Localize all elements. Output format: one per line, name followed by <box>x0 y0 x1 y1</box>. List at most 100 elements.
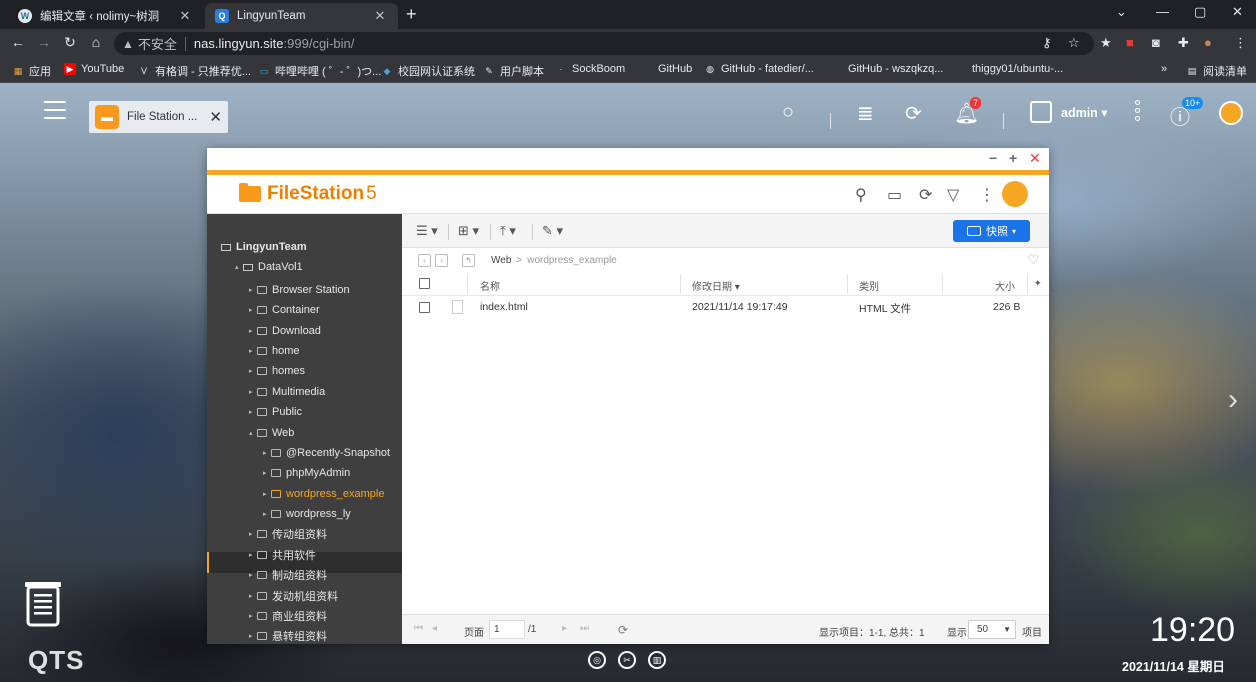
refresh-icon[interactable]: ⟳ <box>618 623 628 637</box>
background-tasks-icon[interactable]: ≣ <box>857 101 874 126</box>
tree-node-folder[interactable]: ▸ homes <box>249 361 305 381</box>
back-icon[interactable]: ‹ <box>418 253 431 267</box>
chevron-right-icon[interactable]: ▸ <box>263 490 271 498</box>
column-modified[interactable]: 修改日期 ▾ <box>692 278 740 293</box>
chevron-right-icon[interactable]: › <box>1228 383 1238 417</box>
row-checkbox[interactable] <box>419 302 430 313</box>
first-page-icon[interactable]: ⏮ <box>414 623 423 634</box>
bookmark-userscripts[interactable]: ✎ 用户脚本 <box>483 63 544 79</box>
column-name[interactable]: 名称 <box>480 278 500 293</box>
parent-folder-icon[interactable]: ↰ <box>462 253 475 267</box>
tree-node-folder[interactable]: ▸ Browser Station <box>249 280 350 300</box>
user-menu[interactable]: admin ▾ <box>1061 105 1108 120</box>
bookmark-bilibili[interactable]: ▭ 哔哩哔哩 ( ゜- ゜)つ... <box>258 63 382 79</box>
tools-button[interactable]: ✎ ▾ <box>542 223 563 239</box>
home-icon[interactable]: ⌂ <box>86 34 106 50</box>
bookmarks-more[interactable]: » <box>1161 63 1167 75</box>
heart-icon[interactable]: ♡ <box>1027 252 1039 268</box>
chevron-right-icon[interactable]: ▸ <box>249 530 257 538</box>
tree-node-folder[interactable]: ▸ 商业组资料 <box>249 606 327 626</box>
chevron-right-icon[interactable]: ▸ <box>249 306 257 314</box>
bookmark-thiggy01[interactable]: thiggy01/ubuntu-... <box>955 63 1063 75</box>
chevron-right-icon[interactable]: ▸ <box>249 551 257 559</box>
chevron-right-icon[interactable]: ▸ <box>249 347 257 355</box>
hamburger-icon[interactable] <box>44 101 66 123</box>
chevron-right-icon[interactable]: ▸ <box>249 408 257 416</box>
myqnapcloud-icon[interactable]: ◎ <box>588 651 606 669</box>
minimize-icon[interactable]: − <box>989 150 997 166</box>
tree-node-folder[interactable]: ▸ 制动组资料 <box>249 565 327 585</box>
reading-list[interactable]: ▤ 阅读清单 <box>1186 63 1247 79</box>
chevron-down-icon[interactable]: ⌄ <box>1116 4 1127 20</box>
dashboard-icon[interactable] <box>1219 101 1243 125</box>
sync-icon[interactable]: ⟳ <box>905 101 922 126</box>
select-all-checkbox[interactable] <box>419 278 430 289</box>
file-name[interactable]: index.html <box>480 301 528 313</box>
chevron-right-icon[interactable]: ▸ <box>249 612 257 620</box>
ublock-icon[interactable]: ■ <box>1126 35 1134 50</box>
mask-icon[interactable]: ◙ <box>1152 35 1160 50</box>
security-label[interactable]: 不安全 <box>138 34 177 53</box>
maximize-icon[interactable]: + <box>1009 150 1017 166</box>
breadcrumb-item[interactable]: wordpress_example <box>527 255 617 266</box>
reload-icon[interactable]: ↻ <box>60 34 80 51</box>
chevron-right-icon[interactable]: ▸ <box>249 632 257 640</box>
next-page-icon[interactable]: ▸ <box>562 623 567 634</box>
chevron-right-icon[interactable]: ▸ <box>249 592 257 600</box>
snapshot-button[interactable]: 快照 ▾ <box>953 220 1030 242</box>
bookmark-apps[interactable]: ▦ 应用 <box>12 63 51 79</box>
more-icon[interactable] <box>1135 100 1141 124</box>
puzzle-icon[interactable]: ✚ <box>1178 35 1189 51</box>
search-icon[interactable]: ⚲ <box>855 185 867 205</box>
minimize-icon[interactable]: — <box>1156 4 1169 19</box>
tree-node-folder[interactable]: ▸ 悬转组资料 <box>249 626 327 644</box>
back-icon[interactable]: ← <box>8 34 28 50</box>
upload-button[interactable]: ⤒ ▾ <box>500 223 516 239</box>
maximize-icon[interactable]: ▢ <box>1194 4 1206 20</box>
last-page-icon[interactable]: ⏭ <box>580 623 589 634</box>
more-icon[interactable]: ⋮ <box>979 185 995 205</box>
column-size[interactable]: 大小 <box>995 278 1015 293</box>
forward-icon[interactable]: → <box>34 34 54 50</box>
tree-node-root[interactable]: LingyunTeam <box>221 237 307 257</box>
page-input[interactable]: 1 <box>489 620 525 639</box>
column-options-icon[interactable]: ✦ <box>1034 278 1042 289</box>
bookmark-yougediao[interactable]: V 有格调 - 只推荐优... <box>138 63 251 79</box>
key-icon[interactable]: ⚷ <box>1042 35 1052 51</box>
chevron-right-icon[interactable]: ▸ <box>263 469 271 477</box>
extension-star-icon[interactable]: ★ <box>1100 35 1112 51</box>
tree-node-folder[interactable]: ▸ Container <box>249 300 320 320</box>
remote-mount-icon[interactable]: ▭ <box>887 185 902 205</box>
chevron-right-icon[interactable]: ▸ <box>249 327 257 335</box>
warning-icon[interactable]: ▲ <box>122 37 134 51</box>
tools-icon[interactable]: ✂ <box>618 651 636 669</box>
user-icon[interactable] <box>1030 101 1052 123</box>
chevron-right-icon[interactable]: ▸ <box>263 449 271 457</box>
multimedia-icon[interactable]: ▥ <box>648 651 666 669</box>
bookmark-github-wszqkzq[interactable]: GitHub - wszqkzq... <box>831 63 943 75</box>
tree-node-folder[interactable]: ▸ phpMyAdmin <box>263 463 350 483</box>
profile-avatar[interactable]: ● <box>1204 35 1212 50</box>
tree-node-folder[interactable]: ▸ Public <box>249 402 302 422</box>
close-icon[interactable]: ✕ <box>1029 150 1041 167</box>
tree-node-folder[interactable]: ▸ Download <box>249 321 321 341</box>
tree-node-folder[interactable]: ▸ 共用软件 <box>249 545 316 565</box>
tree-node-folder[interactable]: ▸ wordpress_ly <box>263 504 351 524</box>
bookmark-youtube[interactable]: ▶ YouTube <box>64 63 124 75</box>
close-icon[interactable]: ✕ <box>372 8 388 24</box>
new-tab-button[interactable]: + <box>406 4 417 25</box>
filter-icon[interactable]: ▽ <box>947 185 959 205</box>
close-icon[interactable]: ✕ <box>209 108 222 126</box>
browser-tab-wordpress[interactable]: W 编辑文章 ‹ nolimy~树洞 ✕ <box>8 3 203 29</box>
star-icon[interactable]: ☆ <box>1068 35 1080 51</box>
chevron-right-icon[interactable]: ▸ <box>249 286 257 294</box>
tree-node-folder[interactable]: ▸ 发动机组资料 <box>249 586 338 606</box>
background-tasks-icon[interactable] <box>1002 181 1028 207</box>
view-mode-button[interactable]: ☰ ▾ <box>416 223 438 239</box>
tree-node-folder[interactable]: ▴ Web <box>249 423 294 443</box>
menu-icon[interactable]: ⋮ <box>1234 35 1247 51</box>
tree-node-folder-selected[interactable]: ▸ wordpress_example <box>263 484 384 504</box>
tree-node-folder[interactable]: ▸ Multimedia <box>249 382 325 402</box>
bookmark-campus[interactable]: ◆ 校园网认证系统 <box>381 63 475 79</box>
table-row[interactable]: index.html 2021/11/14 19:17:49 HTML 文件 2… <box>402 296 1049 318</box>
